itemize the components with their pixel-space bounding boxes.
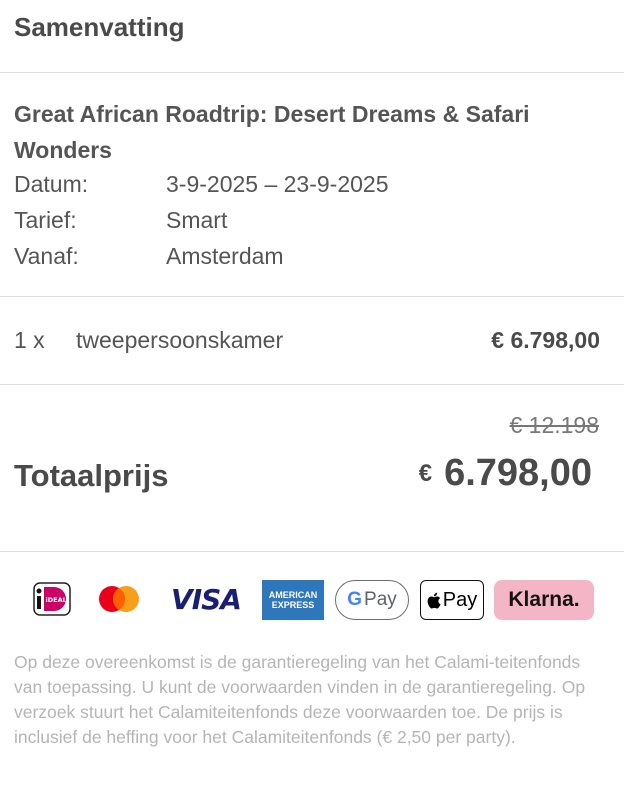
disclaimer-text: Op deze overeenkomst is de garantieregel… xyxy=(14,652,586,747)
detail-value: Smart xyxy=(166,207,228,233)
line-item-qty: 1 x xyxy=(14,327,45,353)
ideal-text: iDEAL xyxy=(46,596,67,604)
divider xyxy=(0,384,624,385)
divider xyxy=(0,551,624,552)
line-item: 1 x tweepersoonskamer € 6.798,00 xyxy=(14,322,600,358)
mastercard-icon xyxy=(96,578,142,620)
divider xyxy=(0,72,624,73)
original-price: € 12.198 xyxy=(509,412,599,438)
amex-icon: AMERICAN EXPRESS xyxy=(262,580,324,620)
apple-icon xyxy=(427,592,441,608)
payment-methods: iDEAL VISA AMERICAN EXPRESS G Pay Pay Kla… xyxy=(0,578,624,624)
total-currency: € xyxy=(418,459,433,487)
amex-line2: EXPRESS xyxy=(271,600,315,610)
trip-title: Great African Roadtrip: Desert Dreams & … xyxy=(14,101,530,163)
detail-label: Datum: xyxy=(14,171,89,197)
detail-value: Amsterdam xyxy=(166,243,284,269)
detail-label: Tarief: xyxy=(14,207,77,233)
total-price: €6.798,00 xyxy=(419,452,592,495)
google-pay-label: Pay xyxy=(364,589,397,610)
detail-label: Vanaf: xyxy=(14,243,79,269)
detail-value: 3-9-2025 – 23-9-2025 xyxy=(166,171,389,197)
apple-pay-label: Pay xyxy=(442,588,478,611)
total-label: Totaalprijs xyxy=(14,458,169,493)
apple-pay-icon: Pay xyxy=(420,580,484,620)
line-item-description: tweepersoonskamer xyxy=(76,327,284,353)
divider xyxy=(0,296,624,297)
summary-heading: Samenvatting xyxy=(14,12,185,42)
line-item-price: € 6.798,00 xyxy=(491,327,600,353)
ideal-icon: iDEAL xyxy=(33,578,71,620)
klarna-icon: Klarna. xyxy=(494,580,594,620)
google-g-icon: G xyxy=(347,589,363,610)
visa-icon: VISA xyxy=(171,582,242,616)
google-pay-icon: G Pay xyxy=(335,580,409,620)
amex-line1: AMERICAN xyxy=(268,590,318,600)
total-amount: 6.798,00 xyxy=(444,452,592,494)
